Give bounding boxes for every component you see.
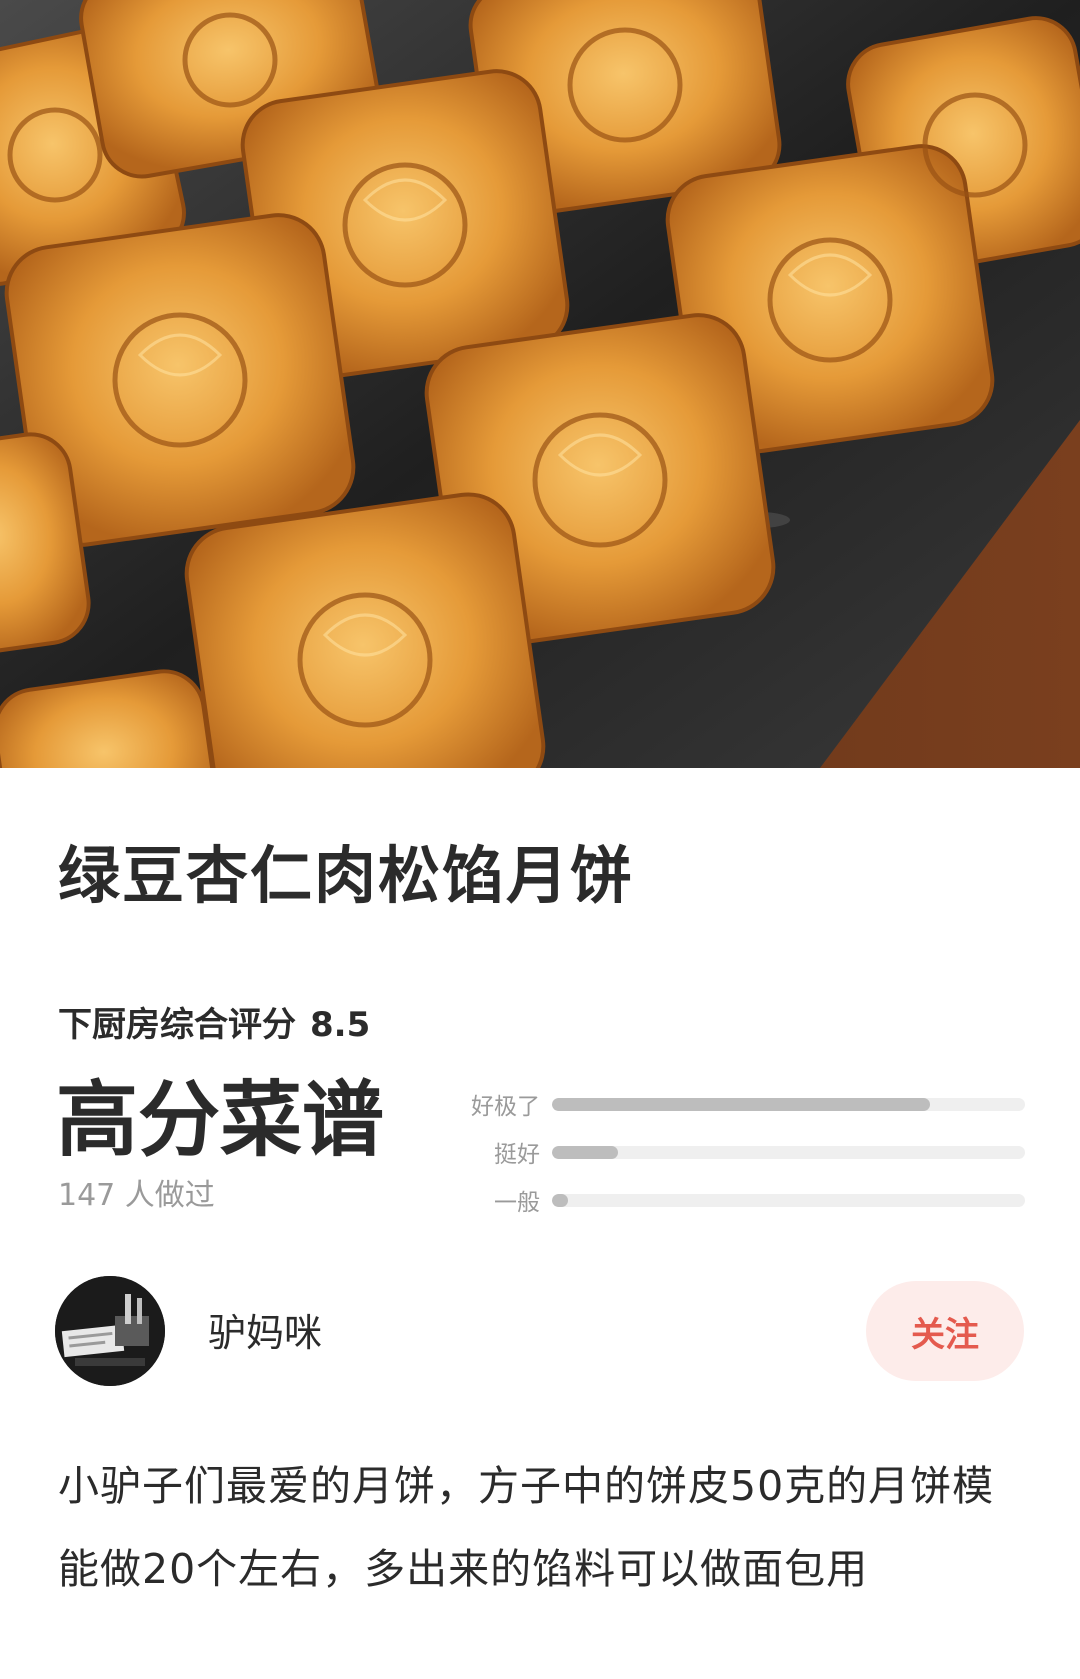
rating-bar-row: 挺好 bbox=[460, 1128, 1025, 1176]
rating-bar-track bbox=[552, 1193, 1025, 1207]
rating-bar-label: 好极了 bbox=[471, 1094, 540, 1120]
avatar-photo-icon bbox=[55, 1276, 165, 1386]
score-value: 8.5 bbox=[310, 1005, 371, 1045]
high-score-badge: 高分菜谱 bbox=[56, 1073, 385, 1168]
rating-bar-fill bbox=[552, 1097, 931, 1111]
recipe-description: 小驴子们最爱的月饼，方子中的饼皮50克的月饼模能做20个左右，多出来的馅料可以做… bbox=[58, 1462, 995, 1593]
rating-bar-label: 挺好 bbox=[494, 1142, 540, 1168]
rating-bar-fill bbox=[552, 1193, 568, 1207]
rating-bar-row: 好极了 bbox=[460, 1080, 1025, 1128]
follow-button[interactable]: 关注 bbox=[866, 1281, 1024, 1381]
made-count[interactable]: 147 人做过 bbox=[58, 1181, 215, 1211]
score-label: 下厨房综合评分 bbox=[58, 1005, 296, 1045]
rating-bar-row: 一般 bbox=[460, 1176, 1025, 1224]
rating-bar-label: 一般 bbox=[494, 1190, 540, 1216]
hero-photo[interactable] bbox=[0, 0, 1080, 768]
rating-distribution: 好极了 挺好 一般 bbox=[460, 1080, 1025, 1224]
mooncake-photo-icon bbox=[0, 0, 1080, 768]
rating-bar-track bbox=[552, 1097, 1025, 1111]
author-avatar[interactable] bbox=[55, 1276, 165, 1386]
rating-bar-fill bbox=[552, 1145, 619, 1159]
recipe-title: 绿豆杏仁肉松馅月饼 bbox=[58, 839, 635, 912]
composite-score: 下厨房综合评分 8.5 bbox=[58, 1008, 370, 1042]
rating-bar-track bbox=[552, 1145, 1025, 1159]
author-name[interactable]: 驴妈咪 bbox=[208, 1314, 322, 1352]
